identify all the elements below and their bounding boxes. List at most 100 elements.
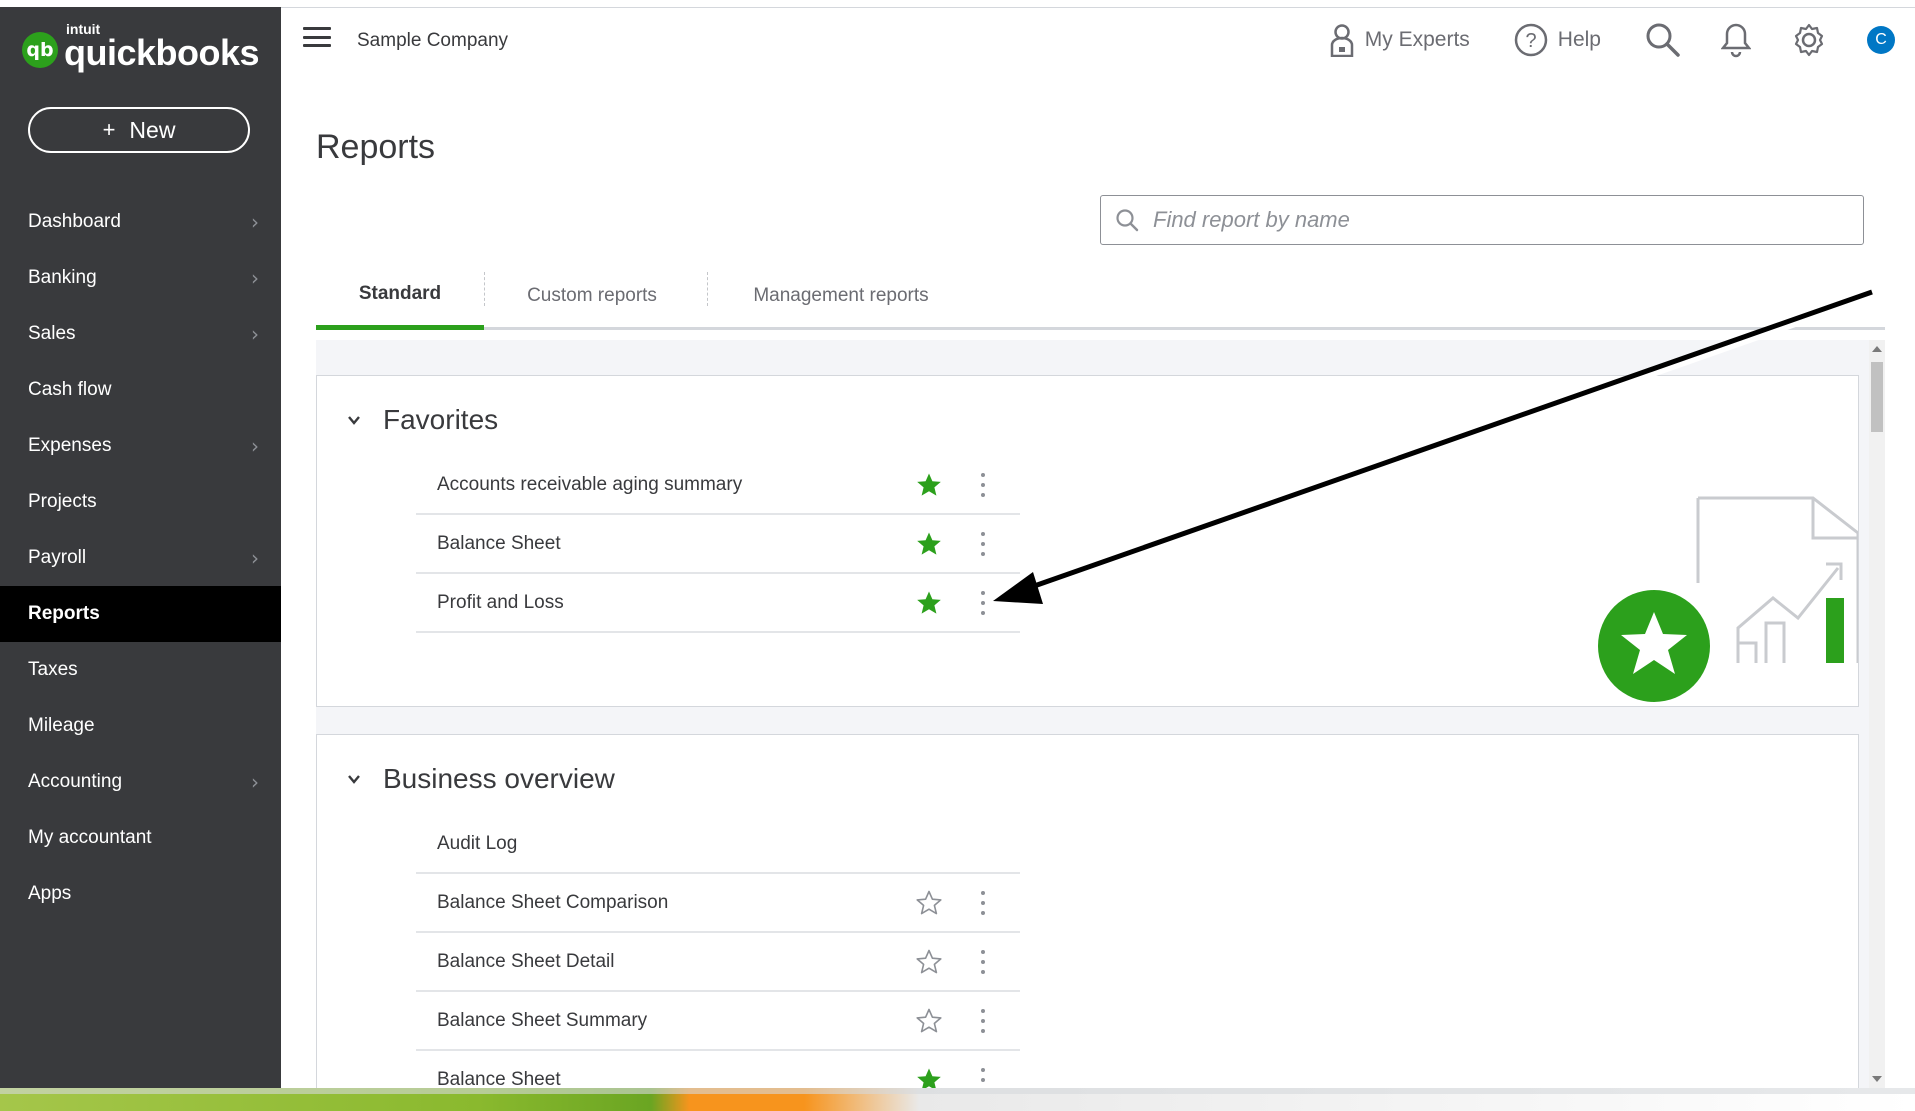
star-icon[interactable] [916,1067,942,1089]
sidebar-item-banking[interactable]: Banking › [0,250,281,306]
row-actions [916,1067,1020,1089]
sidebar-item-label: Reports [28,603,100,624]
row-actions [916,890,1020,916]
star-icon[interactable] [916,949,942,975]
kebab-menu-icon[interactable] [980,531,986,556]
new-button-label: New [129,116,176,143]
my-experts-button[interactable]: My Experts [1329,23,1470,57]
sidebar-item-apps[interactable]: Apps [0,866,281,922]
report-row[interactable]: Accounts receivable aging summary [416,456,1020,515]
favorites-section: Favorites Accounts receivable aging summ… [316,375,1859,707]
report-row[interactable]: Profit and Loss [416,574,1020,633]
sidebar-item-sales[interactable]: Sales › [0,306,281,362]
report-row[interactable]: Balance Sheet Summary [416,992,1020,1051]
report-row[interactable]: Balance Sheet Detail [416,933,1020,992]
favorites-list: Accounts receivable aging summary Balance… [416,456,1020,633]
sidebar-item-label: Sales [28,323,76,344]
sidebar-item-expenses[interactable]: Expenses › [0,418,281,474]
section-title: Business overview [383,763,615,794]
report-tabs: Standard Custom reports Management repor… [316,262,1885,330]
gear-icon [1794,23,1824,57]
quickbooks-logo[interactable]: qb intuit quickbooks [22,21,260,73]
report-name-link[interactable]: Balance Sheet Comparison [437,892,668,914]
scroll-up-arrow[interactable] [1872,346,1882,352]
help-circle-icon: ? [1514,23,1548,57]
chevron-right-icon: › [251,266,259,290]
favorites-header[interactable]: Favorites [347,404,498,436]
report-name-link[interactable]: Balance Sheet [437,1069,561,1089]
sidebar-item-projects[interactable]: Projects [0,474,281,530]
company-name: Sample Company [357,30,509,51]
sidebar-item-my-accountant[interactable]: My accountant [0,810,281,866]
report-row[interactable]: Balance Sheet Comparison [416,874,1020,933]
tab-standard[interactable]: Standard [316,262,484,330]
horizontal-scrollbar [0,1088,1915,1094]
report-name-link[interactable]: Accounts receivable aging summary [437,474,742,496]
tab-divider [707,272,709,306]
search-input[interactable] [1151,206,1835,234]
star-icon[interactable] [916,472,942,498]
business-overview-header[interactable]: Business overview [347,763,615,795]
person-icon [1330,24,1354,57]
star-icon[interactable] [916,531,942,557]
chevron-right-icon: › [251,434,259,458]
notifications-button[interactable] [1721,22,1751,58]
row-actions [916,472,1020,498]
sidebar-item-reports[interactable]: Reports [0,586,281,642]
tab-management-reports[interactable]: Management reports [711,262,971,330]
sidebar-item-payroll[interactable]: Payroll › [0,530,281,586]
new-button[interactable]: + New [28,107,250,153]
report-row[interactable]: Audit Log [416,815,1020,874]
row-actions [916,590,1020,616]
sidebar-nav: Dashboard › Banking › Sales › Cash flow Expense… [0,194,281,922]
tab-custom-reports[interactable]: Custom reports [486,262,698,330]
qb-logo-icon: qb [22,32,58,68]
kebab-menu-icon[interactable] [980,1067,986,1088]
user-avatar[interactable]: C [1867,26,1895,54]
kebab-menu-icon[interactable] [980,472,986,497]
sidebar-item-label: Projects [28,491,97,512]
report-name-link[interactable]: Balance Sheet Summary [437,1010,647,1032]
favorites-illustration [1598,496,1858,702]
scrollbar-thumb[interactable] [1871,362,1883,432]
plus-icon: + [102,117,116,142]
sidebar-item-label: Taxes [28,659,78,680]
reports-scroll-area[interactable]: Favorites Accounts receivable aging summ… [316,340,1885,1088]
business-overview-section: Business overview Audit Log Balance Sheet… [316,734,1859,1088]
star-icon[interactable] [916,1008,942,1034]
report-search[interactable] [1100,195,1864,245]
sidebar-item-cash-flow[interactable]: Cash flow [0,362,281,418]
sidebar-item-taxes[interactable]: Taxes [0,642,281,698]
settings-button[interactable] [1791,22,1827,58]
chevron-right-icon: › [251,770,259,794]
sidebar-item-label: Payroll [28,547,87,568]
hamburger-menu-icon[interactable] [303,27,331,47]
chevron-down-icon [348,775,360,784]
scroll-down-arrow[interactable] [1872,1076,1882,1082]
kebab-menu-icon[interactable] [980,949,986,974]
report-name-link[interactable]: Balance Sheet Detail [437,951,614,973]
help-label: Help [1557,28,1601,51]
report-name-link[interactable]: Balance Sheet [437,533,561,555]
report-name-link[interactable]: Profit and Loss [437,592,564,614]
kebab-menu-icon[interactable] [980,890,986,915]
search-button[interactable] [1645,22,1681,58]
report-name-link[interactable]: Audit Log [437,833,517,855]
sidebar-item-label: Apps [28,883,72,904]
report-row[interactable]: Balance Sheet [416,515,1020,574]
sidebar-item-accounting[interactable]: Accounting › [0,754,281,810]
chevron-right-icon: › [251,546,259,570]
sidebar-item-mileage[interactable]: Mileage [0,698,281,754]
help-button[interactable]: ? Help [1514,23,1601,57]
star-icon[interactable] [916,890,942,916]
header-actions: My Experts ? Help C [1329,18,1915,62]
star-icon[interactable] [916,590,942,616]
kebab-menu-icon[interactable] [980,1008,986,1033]
chevron-right-icon: › [251,322,259,346]
sidebar-item-dashboard[interactable]: Dashboard › [0,194,281,250]
vertical-scrollbar[interactable] [1869,340,1885,1088]
kebab-menu-icon[interactable] [980,590,986,615]
row-actions [916,1008,1020,1034]
chevron-right-icon: › [251,210,259,234]
report-row[interactable]: Balance Sheet [416,1051,1020,1088]
